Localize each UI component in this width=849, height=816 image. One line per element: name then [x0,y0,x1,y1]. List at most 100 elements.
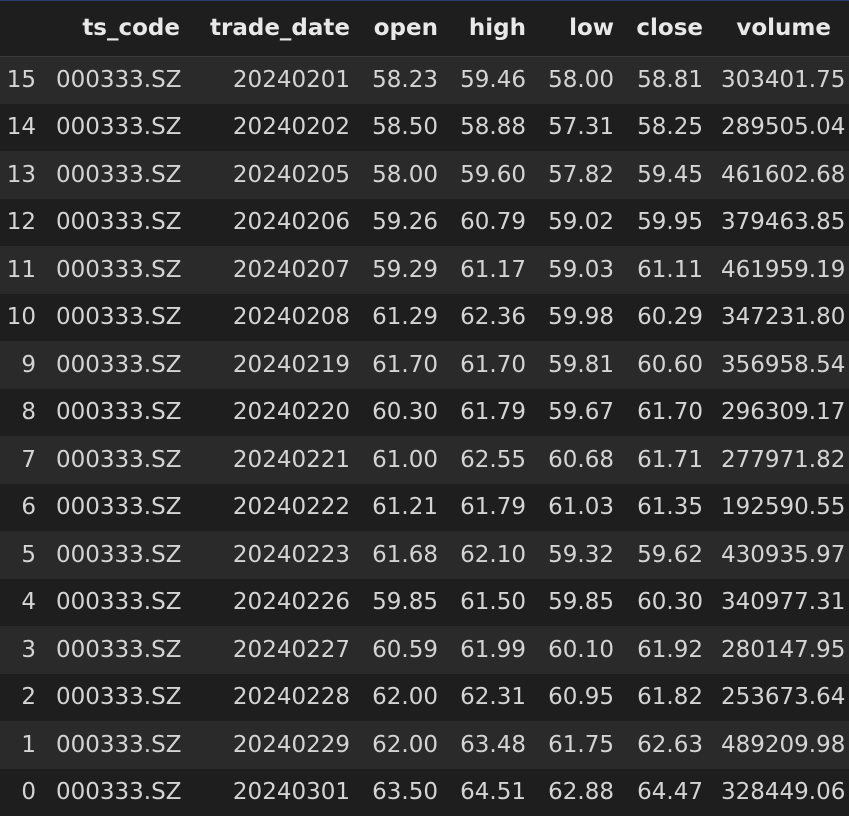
close-cell: 61.35 [632,484,721,532]
open-cell: 58.00 [368,151,456,199]
close-cell: 59.45 [632,151,721,199]
open-cell: 59.26 [368,199,456,247]
high-cell: 61.17 [456,246,544,294]
volume-cell: 461602.68 [721,151,849,199]
open-cell: 61.68 [368,531,456,579]
trade-date-cell: 20240223 [198,531,368,579]
open-cell: 62.00 [368,721,456,769]
volume-cell: 277971.82 [721,436,849,484]
table-row: 13000333.SZ2024020558.0059.6057.8259.454… [0,151,849,199]
high-cell: 61.79 [456,389,544,437]
high-cell: 62.31 [456,674,544,722]
close-cell: 61.92 [632,626,721,674]
low-cell: 59.03 [544,246,632,294]
close-cell: 58.25 [632,104,721,152]
trade-date-cell: 20240201 [198,56,368,104]
column-header-volume: volume [721,1,849,56]
open-cell: 58.50 [368,104,456,152]
volume-cell: 461959.19 [721,246,849,294]
dataframe-output: ts_code trade_date open high low close v… [0,0,849,813]
open-cell: 63.50 [368,769,456,816]
low-cell: 59.32 [544,531,632,579]
high-cell: 61.50 [456,579,544,627]
ts-code-cell: 000333.SZ [56,294,198,342]
trade-date-cell: 20240205 [198,151,368,199]
ts-code-cell: 000333.SZ [56,389,198,437]
row-index-cell: 4 [0,579,56,627]
table-row: 8000333.SZ2024022060.3061.7959.6761.7029… [0,389,849,437]
ts-code-cell: 000333.SZ [56,721,198,769]
high-cell: 62.10 [456,531,544,579]
ts-code-cell: 000333.SZ [56,436,198,484]
volume-cell: 280147.95 [721,626,849,674]
open-cell: 60.30 [368,389,456,437]
row-index-cell: 8 [0,389,56,437]
ts-code-cell: 000333.SZ [56,579,198,627]
header-row: ts_code trade_date open high low close v… [0,1,849,56]
table-row: 7000333.SZ2024022161.0062.5560.6861.7127… [0,436,849,484]
trade-date-cell: 20240206 [198,199,368,247]
close-cell: 59.95 [632,199,721,247]
table-row: 12000333.SZ2024020659.2660.7959.0259.953… [0,199,849,247]
close-cell: 58.81 [632,56,721,104]
row-index-cell: 12 [0,199,56,247]
open-cell: 61.29 [368,294,456,342]
low-cell: 60.10 [544,626,632,674]
row-index-cell: 7 [0,436,56,484]
row-index-cell: 1 [0,721,56,769]
open-cell: 59.85 [368,579,456,627]
ts-code-cell: 000333.SZ [56,674,198,722]
volume-cell: 489209.98 [721,721,849,769]
row-index-cell: 10 [0,294,56,342]
table-row: 2000333.SZ2024022862.0062.3160.9561.8225… [0,674,849,722]
row-index-cell: 3 [0,626,56,674]
trade-date-cell: 20240227 [198,626,368,674]
row-index-cell: 14 [0,104,56,152]
row-index-cell: 11 [0,246,56,294]
close-cell: 60.30 [632,579,721,627]
ts-code-cell: 000333.SZ [56,104,198,152]
row-index-cell: 13 [0,151,56,199]
open-cell: 61.00 [368,436,456,484]
high-cell: 59.46 [456,56,544,104]
close-cell: 61.82 [632,674,721,722]
ts-code-cell: 000333.SZ [56,151,198,199]
open-cell: 58.23 [368,56,456,104]
open-cell: 62.00 [368,674,456,722]
column-header-close: close [632,1,721,56]
trade-date-cell: 20240221 [198,436,368,484]
table-row: 4000333.SZ2024022659.8561.5059.8560.3034… [0,579,849,627]
volume-cell: 356958.54 [721,341,849,389]
low-cell: 59.85 [544,579,632,627]
close-cell: 60.60 [632,341,721,389]
trade-date-cell: 20240228 [198,674,368,722]
volume-cell: 328449.06 [721,769,849,816]
volume-cell: 253673.64 [721,674,849,722]
ts-code-cell: 000333.SZ [56,341,198,389]
low-cell: 58.00 [544,56,632,104]
low-cell: 59.98 [544,294,632,342]
high-cell: 61.70 [456,341,544,389]
high-cell: 61.99 [456,626,544,674]
close-cell: 59.62 [632,531,721,579]
close-cell: 62.63 [632,721,721,769]
column-header-high: high [456,1,544,56]
row-index-cell: 6 [0,484,56,532]
column-header-low: low [544,1,632,56]
volume-cell: 296309.17 [721,389,849,437]
table-row: 11000333.SZ2024020759.2961.1759.0361.114… [0,246,849,294]
table-row: 0000333.SZ2024030163.5064.5162.8864.4732… [0,769,849,816]
row-index-cell: 15 [0,56,56,104]
low-cell: 57.82 [544,151,632,199]
table-row: 5000333.SZ2024022361.6862.1059.3259.6243… [0,531,849,579]
ts-code-cell: 000333.SZ [56,769,198,816]
low-cell: 59.02 [544,199,632,247]
row-index-cell: 0 [0,769,56,816]
close-cell: 61.70 [632,389,721,437]
table-row: 14000333.SZ2024020258.5058.8857.3158.252… [0,104,849,152]
trade-date-cell: 20240220 [198,389,368,437]
row-index-cell: 2 [0,674,56,722]
volume-cell: 303401.75 [721,56,849,104]
high-cell: 63.48 [456,721,544,769]
ts-code-cell: 000333.SZ [56,246,198,294]
